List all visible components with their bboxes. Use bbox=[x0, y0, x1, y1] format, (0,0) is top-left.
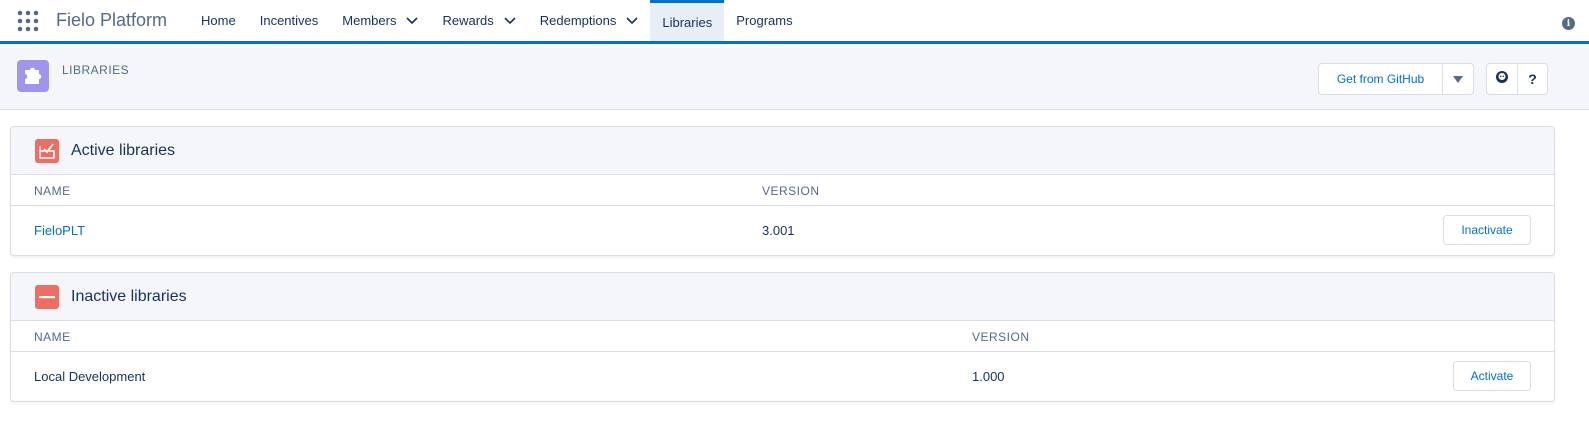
nav-tab-redemptions[interactable]: Redemptions bbox=[528, 0, 651, 41]
card-title: Active libraries bbox=[71, 141, 176, 159]
info-icon[interactable]: i bbox=[1562, 17, 1575, 30]
column-header-version: VERSION bbox=[762, 184, 820, 198]
caret-down-icon bbox=[1453, 70, 1463, 88]
active-libraries-card: Active libraries NAME VERSION FieloPLT 3… bbox=[10, 126, 1555, 256]
card-header: Active libraries bbox=[11, 127, 1554, 175]
global-navigation: Fielo Platform Home Incentives Members R… bbox=[0, 0, 1589, 44]
nav-tab-label: Incentives bbox=[259, 13, 319, 28]
page-title: LIBRARIES bbox=[62, 63, 130, 77]
app-launcher-icon[interactable] bbox=[0, 0, 56, 41]
check-board-icon bbox=[35, 138, 59, 163]
library-version: 3.001 bbox=[762, 223, 795, 238]
github-menu-button[interactable] bbox=[1443, 64, 1473, 94]
library-name-link[interactable]: FieloPLT bbox=[34, 223, 85, 238]
nav-tab-incentives[interactable]: Incentives bbox=[248, 0, 331, 41]
inactivate-button[interactable]: Inactivate bbox=[1443, 215, 1531, 245]
table-header: NAME VERSION bbox=[11, 175, 1554, 206]
column-header-name: NAME bbox=[34, 184, 71, 198]
chevron-down-icon[interactable] bbox=[406, 16, 419, 25]
nav-tab-label: Programs bbox=[736, 13, 793, 28]
nav-tab-label: Members bbox=[342, 13, 397, 28]
nav-tab-programs[interactable]: Programs bbox=[724, 0, 804, 41]
nav-tab-libraries[interactable]: Libraries bbox=[650, 0, 725, 41]
card-header: Inactive libraries bbox=[11, 273, 1554, 321]
column-header-name: NAME bbox=[34, 330, 71, 344]
minus-icon bbox=[35, 284, 59, 309]
inactive-libraries-card: Inactive libraries NAME VERSION Local De… bbox=[10, 272, 1555, 402]
library-version: 1.000 bbox=[972, 369, 1005, 384]
table-row: Local Development 1.000 Activate bbox=[11, 352, 1554, 400]
puzzle-icon bbox=[17, 60, 49, 92]
chevron-down-icon[interactable] bbox=[504, 16, 516, 25]
utility-button-group: ? bbox=[1486, 63, 1548, 95]
help-button[interactable]: ? bbox=[1517, 64, 1547, 94]
nav-tab-label: Home bbox=[201, 13, 236, 28]
nav-tab-label: Redemptions bbox=[539, 13, 617, 28]
page-header: LIBRARIES Get from GitHub ? bbox=[0, 47, 1589, 110]
nav-tab-rewards[interactable]: Rewards bbox=[430, 0, 527, 41]
astro-icon bbox=[1495, 70, 1509, 89]
tour-button[interactable] bbox=[1487, 64, 1517, 94]
app-name: Fielo Platform bbox=[56, 10, 168, 30]
get-from-github-button[interactable]: Get from GitHub bbox=[1319, 64, 1443, 94]
nav-tab-label: Libraries bbox=[662, 14, 713, 30]
nav-tab-label: Rewards bbox=[442, 13, 494, 28]
library-name: Local Development bbox=[34, 369, 146, 384]
chevron-down-icon[interactable] bbox=[626, 16, 638, 25]
nav-tab-home[interactable]: Home bbox=[189, 0, 248, 41]
card-title: Inactive libraries bbox=[71, 287, 187, 305]
table-header: NAME VERSION bbox=[11, 321, 1554, 352]
nav-tabs: Home Incentives Members Rewards Redempti… bbox=[189, 0, 805, 41]
nav-tab-members[interactable]: Members bbox=[330, 0, 430, 41]
help-icon: ? bbox=[1528, 71, 1537, 87]
table-row: FieloPLT 3.001 Inactivate bbox=[11, 206, 1554, 254]
column-header-version: VERSION bbox=[972, 330, 1030, 344]
github-button-group: Get from GitHub bbox=[1318, 63, 1474, 95]
activate-button[interactable]: Activate bbox=[1453, 361, 1531, 391]
